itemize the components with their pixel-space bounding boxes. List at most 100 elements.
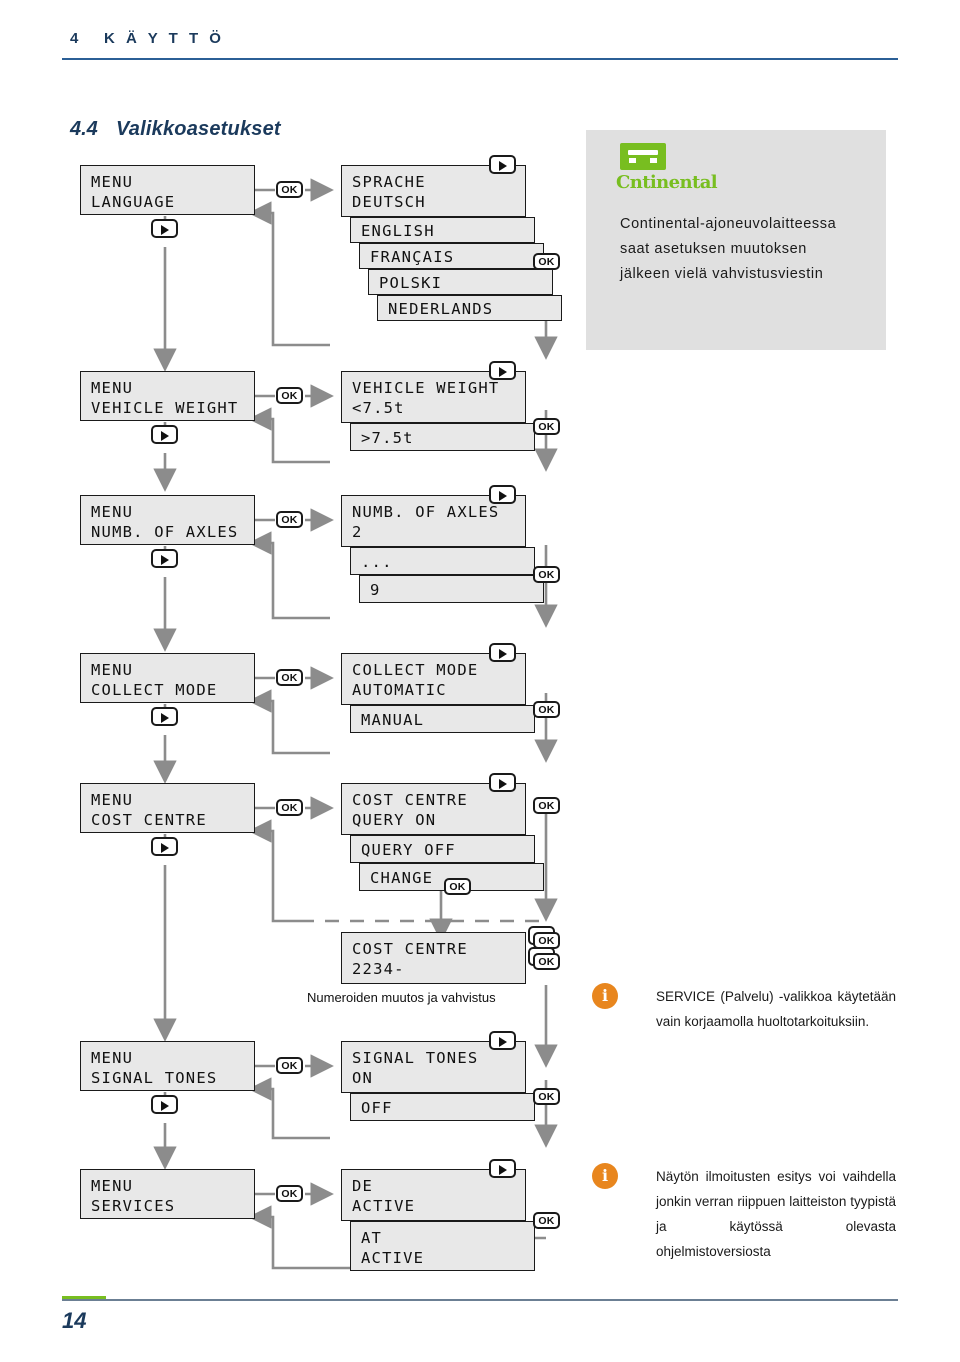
right-arrow-key-numb-of-axles[interactable]: [151, 549, 178, 568]
note-text: SERVICE (Palvelu) -valikkoa käytetään va…: [656, 989, 896, 1029]
right-arrow-key-services-list[interactable]: [489, 1159, 516, 1178]
ok-key-services[interactable]: OK: [276, 1185, 303, 1202]
lcd-collect-mode-option-manual[interactable]: MANUAL: [350, 705, 535, 733]
right-arrow-icon: [160, 842, 169, 853]
lcd-line-1: COST CENTRE: [352, 940, 468, 958]
ok-key-cost-centre-digit-2[interactable]: OK: [533, 953, 560, 970]
lcd-line-1: MENU: [91, 791, 134, 809]
lcd-line-2: ON: [352, 1069, 374, 1087]
lcd-line-2: <7.5t: [352, 399, 405, 417]
ok-key-services-confirm[interactable]: OK: [533, 1212, 560, 1229]
right-arrow-icon: [160, 430, 169, 441]
note-text: Näytön ilmoitusten esitys voi vaihdella …: [656, 1169, 896, 1259]
lcd-line-2: ACTIVE: [352, 1197, 416, 1215]
lcd-line-2: COLLECT MODE: [91, 681, 218, 699]
right-arrow-key-collect-mode[interactable]: [151, 707, 178, 726]
lcd-line-1: MENU: [91, 1177, 134, 1195]
right-arrow-icon: [160, 1100, 169, 1111]
lcd-line-1: MENU: [91, 503, 134, 521]
lcd-cost-centre-entry[interactable]: COST CENTRE 2234-: [341, 932, 526, 984]
lcd-menu-numb-of-axles[interactable]: MENU NUMB. OF AXLES: [80, 495, 255, 545]
lcd-menu-signal-tones[interactable]: MENU SIGNAL TONES: [80, 1041, 255, 1091]
ok-key-cost-centre-digit-1[interactable]: OK: [533, 932, 560, 949]
lcd-line-1: MENU: [91, 661, 134, 679]
right-arrow-icon: [498, 648, 507, 659]
ok-key-numb-of-axles[interactable]: OK: [276, 511, 303, 528]
lcd-numb-of-axles-option-nine[interactable]: 9: [359, 575, 544, 603]
right-arrow-key-language[interactable]: [151, 219, 178, 238]
lcd-line-2: LANGUAGE: [91, 193, 176, 211]
right-arrow-icon: [498, 490, 507, 501]
right-arrow-icon: [160, 554, 169, 565]
lcd-line-2: COST CENTRE: [91, 811, 207, 829]
lcd-line-2: 2234-: [352, 960, 405, 978]
lcd-line-2: DEUTSCH: [352, 193, 426, 211]
ok-key-cost-centre-confirm[interactable]: OK: [533, 797, 560, 814]
lcd-menu-cost-centre[interactable]: MENU COST CENTRE: [80, 783, 255, 833]
right-arrow-icon: [160, 712, 169, 723]
lcd-menu-services[interactable]: MENU SERVICES: [80, 1169, 255, 1219]
right-arrow-icon: [498, 366, 507, 377]
right-arrow-icon: [160, 224, 169, 235]
ok-key-cost-centre-change[interactable]: OK: [444, 878, 471, 895]
ok-key-collect-mode-confirm[interactable]: OK: [533, 701, 560, 718]
ok-key-language[interactable]: OK: [276, 181, 303, 198]
lcd-vehicle-weight-option-heavy[interactable]: >7.5t: [350, 423, 535, 451]
ok-key-signal-tones-confirm[interactable]: OK: [533, 1088, 560, 1105]
page-number: 14: [62, 1308, 87, 1333]
lcd-line-1: DE: [352, 1177, 374, 1195]
ok-key-cost-centre[interactable]: OK: [276, 799, 303, 816]
lcd-line-2: SIGNAL TONES: [91, 1069, 218, 1087]
right-arrow-key-signal-tones-list[interactable]: [489, 1031, 516, 1050]
lcd-menu-collect-mode[interactable]: MENU COLLECT MODE: [80, 653, 255, 703]
lcd-language-option-english[interactable]: ENGLISH: [350, 217, 535, 243]
lcd-line-2: SERVICES: [91, 1197, 176, 1215]
right-arrow-key-vehicle-weight-list[interactable]: [489, 361, 516, 380]
right-arrow-key-collect-mode-list[interactable]: [489, 643, 516, 662]
lcd-line-1: SPRACHE: [352, 173, 426, 191]
lcd-line-2: NUMB. OF AXLES: [91, 523, 239, 541]
lcd-line-1: SIGNAL TONES: [352, 1049, 479, 1067]
lcd-line-2: QUERY ON: [352, 811, 437, 829]
right-arrow-key-vehicle-weight[interactable]: [151, 425, 178, 444]
lcd-line-1: MENU: [91, 173, 134, 191]
logo-leg-right: [650, 158, 657, 163]
continental-note-panel: Cntinental Continental-ajoneuvolaitteess…: [586, 130, 886, 350]
lcd-menu-language[interactable]: MENU LANGUAGE: [80, 165, 255, 215]
ok-key-numb-of-axles-confirm[interactable]: OK: [533, 566, 560, 583]
lcd-language-option-polski[interactable]: POLSKI: [368, 269, 553, 295]
lcd-line-1: NUMB. OF AXLES: [352, 503, 500, 521]
lcd-line-1: MENU: [91, 1049, 134, 1067]
lcd-menu-vehicle-weight[interactable]: MENU VEHICLE WEIGHT: [80, 371, 255, 421]
lcd-language-option-francais[interactable]: FRANÇAIS: [359, 243, 544, 269]
right-arrow-icon: [498, 778, 507, 789]
right-arrow-icon: [498, 1164, 507, 1175]
lcd-cost-centre-option-query-off[interactable]: QUERY OFF: [350, 835, 535, 863]
lcd-line-1: COST CENTRE: [352, 791, 468, 809]
ok-key-vehicle-weight[interactable]: OK: [276, 387, 303, 404]
logo-bar: [628, 150, 658, 155]
right-arrow-key-signal-tones[interactable]: [151, 1095, 178, 1114]
lcd-line-1: COLLECT MODE: [352, 661, 479, 679]
ok-key-language-confirm[interactable]: OK: [533, 253, 560, 270]
right-arrow-key-cost-centre[interactable]: [151, 837, 178, 856]
ok-key-signal-tones[interactable]: OK: [276, 1057, 303, 1074]
logo-leg-left: [629, 158, 636, 163]
right-arrow-key-language-list[interactable]: [489, 155, 516, 174]
lcd-language-option-nederlands[interactable]: NEDERLANDS: [377, 295, 562, 321]
info-icon: i: [592, 983, 618, 1009]
lcd-services-option-at[interactable]: AT ACTIVE: [350, 1221, 535, 1271]
ok-key-collect-mode[interactable]: OK: [276, 669, 303, 686]
lcd-line-1: AT: [361, 1229, 383, 1247]
lcd-numb-of-axles-option-ellipsis[interactable]: ...: [350, 547, 535, 575]
info-icon: i: [592, 1163, 618, 1189]
footer-accent: [62, 1296, 106, 1299]
ok-key-vehicle-weight-confirm[interactable]: OK: [533, 418, 560, 435]
lcd-signal-tones-option-off[interactable]: OFF: [350, 1093, 535, 1121]
right-arrow-key-cost-centre-list[interactable]: [489, 773, 516, 792]
right-arrow-key-numb-of-axles-list[interactable]: [489, 485, 516, 504]
continental-note-text: Continental-ajoneuvolaitteessa saat aset…: [620, 216, 837, 282]
continental-wordmark: Cntinental: [616, 172, 718, 193]
lcd-line-2: AUTOMATIC: [352, 681, 447, 699]
right-arrow-icon: [498, 1036, 507, 1047]
